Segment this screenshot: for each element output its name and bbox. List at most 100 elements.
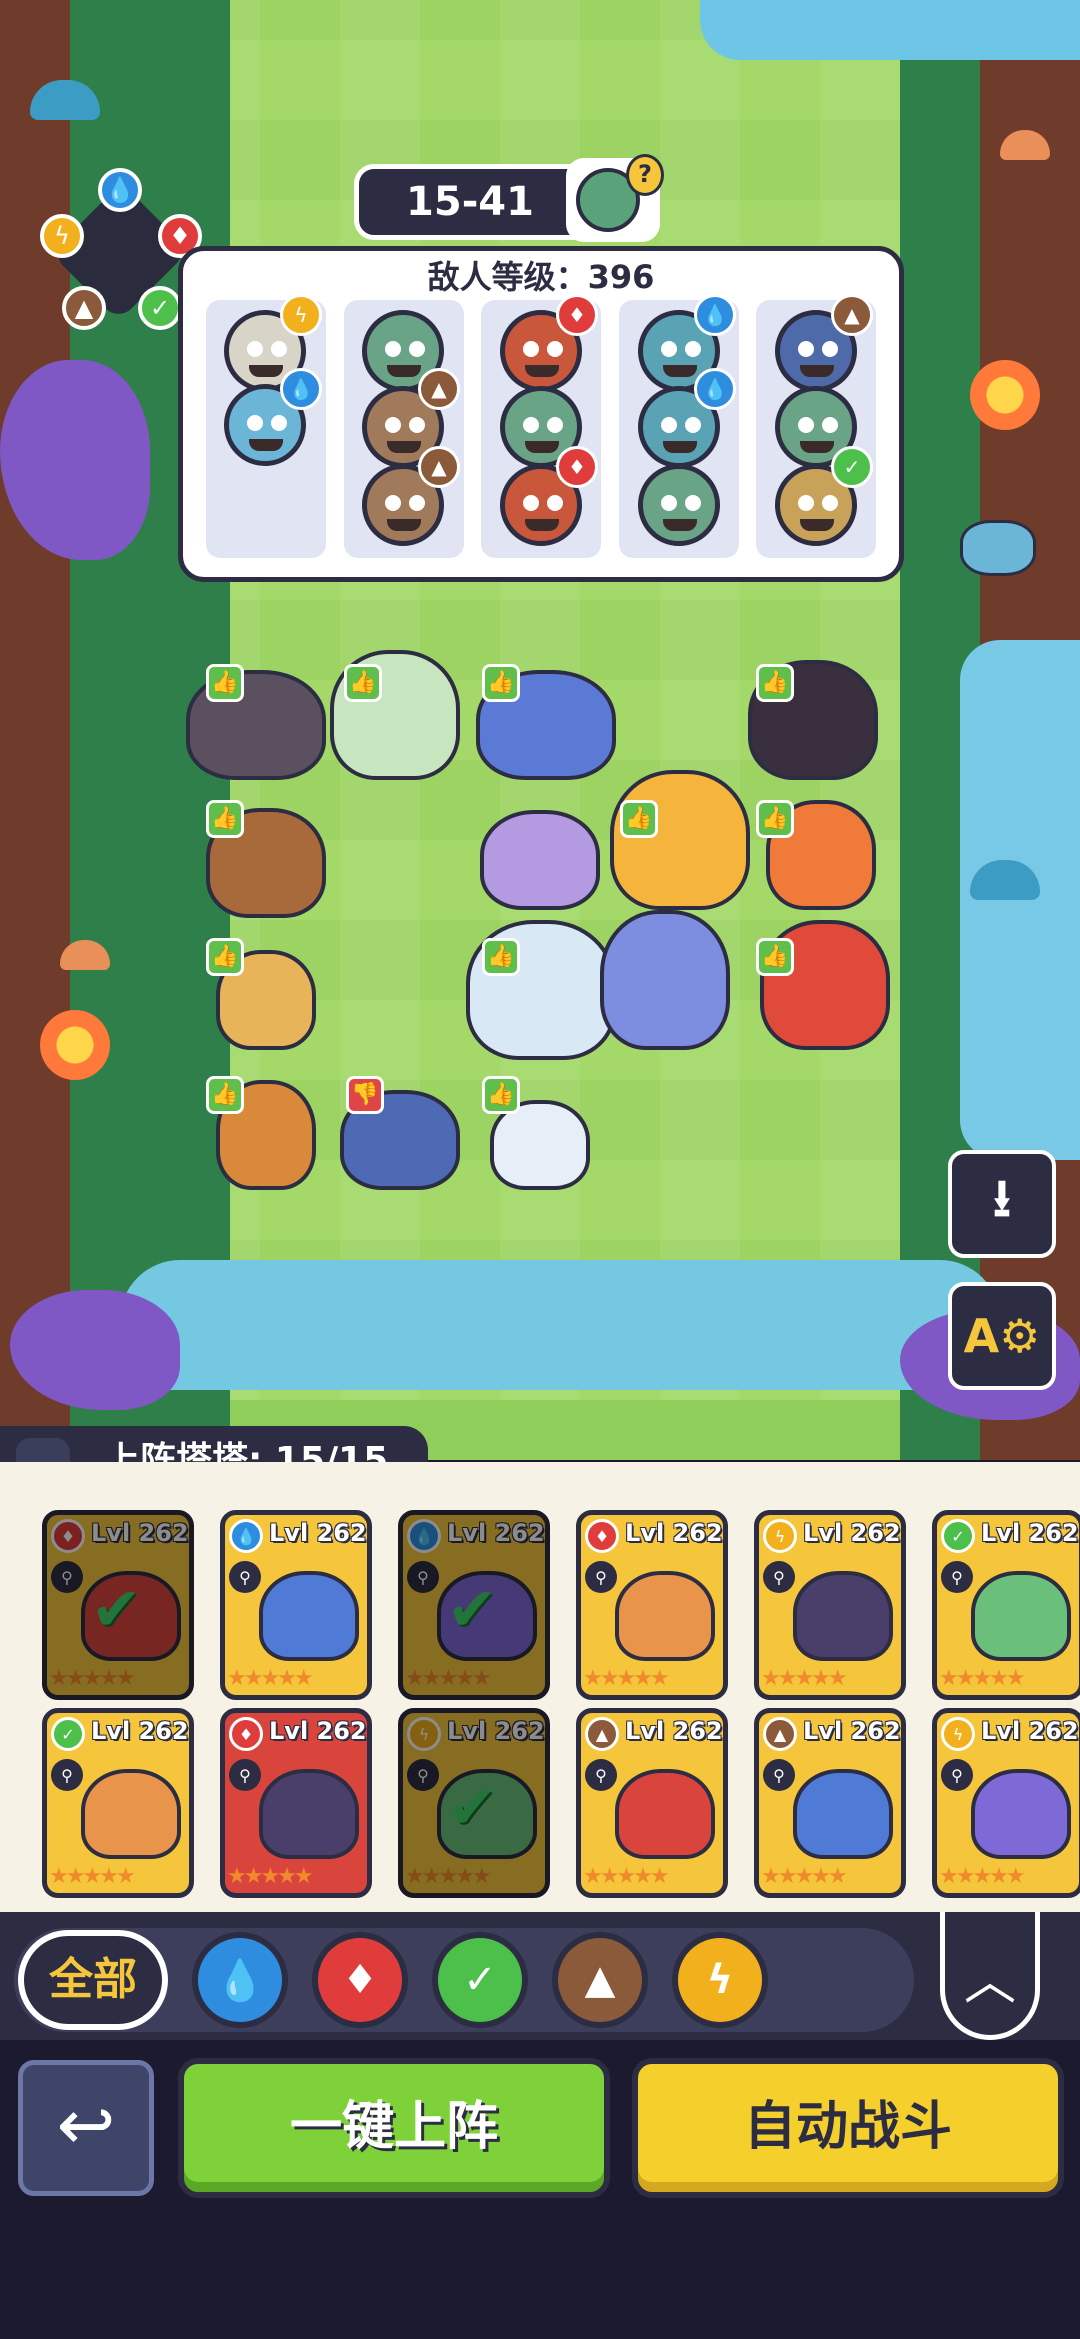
fire-icon: ♦ [556, 294, 598, 336]
pet-card[interactable]: ϟ Lvl 262 ⚲ ★★★★★ ✔ [398, 1708, 550, 1898]
pet-card[interactable]: ✓ Lvl 262 ⚲ ★★★★★ [42, 1708, 194, 1898]
card-level: Lvl 262 [625, 1519, 723, 1547]
enemy-info-button[interactable]: ? [566, 154, 664, 242]
star-rating: ★★★★★ [939, 1864, 1026, 1889]
thumbs-up-icon: 👍 [206, 1076, 244, 1114]
pet-portrait [615, 1769, 715, 1859]
earth-icon: ▲ [585, 1717, 619, 1751]
collapse-tray-button[interactable]: ︿ [940, 1912, 1040, 2040]
filter-water-button[interactable]: 💧 [192, 1932, 288, 2028]
card-level: Lvl 262 [803, 1717, 901, 1745]
pet-portrait [971, 1571, 1071, 1661]
fire-icon: ♦ [585, 1519, 619, 1553]
one-click-deploy-button[interactable]: 一键上阵 [178, 2058, 610, 2198]
thumbs-up-icon: 👍 [344, 664, 382, 702]
star-rating: ★★★★★ [583, 1666, 670, 1691]
star-rating: ★★★★★ [405, 1666, 492, 1691]
pet-card[interactable]: 💧 Lvl 262 ⚲ ★★★★★ ✔ [398, 1510, 550, 1700]
thumbs-up-icon: 👍 [620, 800, 658, 838]
pin-icon: ⚲ [407, 1759, 439, 1791]
waterfall-decoration [960, 640, 1080, 1160]
pet-card[interactable]: ϟ Lvl 262 ⚲ ★★★★★ [754, 1510, 906, 1700]
card-level: Lvl 262 [269, 1519, 367, 1547]
star-rating: ★★★★★ [405, 1864, 492, 1889]
star-rating: ★★★★★ [227, 1864, 314, 1889]
lightning-icon: ϟ [763, 1519, 797, 1553]
enemy-level-title: 敌人等级：396 [427, 258, 655, 296]
pin-icon: ⚲ [51, 1759, 83, 1791]
water-icon: 💧 [229, 1519, 263, 1553]
filter-leaf-button[interactable]: ✓ [432, 1932, 528, 2028]
filter-earth-button[interactable]: ▲ [552, 1932, 648, 2028]
pet-unit[interactable] [480, 810, 600, 910]
water-icon: 💧 [98, 168, 142, 212]
star-rating: ★★★★★ [227, 1666, 314, 1691]
star-rating: ★★★★★ [761, 1666, 848, 1691]
element-wheel: 💧 ♦ ✓ ▲ ϟ [40, 150, 202, 350]
filter-lightning-button[interactable]: ϟ [672, 1932, 768, 2028]
earth-icon: ▲ [763, 1717, 797, 1751]
pin-icon: ⚲ [763, 1561, 795, 1593]
back-button[interactable]: ↩ [18, 2060, 154, 2196]
auto-battle-button[interactable]: 自动战斗 [632, 2058, 1064, 2198]
pet-portrait [793, 1571, 893, 1661]
star-rating: ★★★★★ [939, 1666, 1026, 1691]
pin-icon: ⚲ [941, 1561, 973, 1593]
pet-portrait [615, 1571, 715, 1661]
auto-gear-icon: A⚙ [963, 1309, 1041, 1363]
pet-card[interactable]: ▲ Lvl 262 ⚲ ★★★★★ [576, 1708, 728, 1898]
pet-card[interactable]: ϟ Lvl 262 ⚲ ★★★★★ [932, 1708, 1080, 1898]
earth-icon: ▲ [62, 286, 106, 330]
pet-unit[interactable] [600, 910, 730, 1050]
card-level: Lvl 262 [625, 1717, 723, 1745]
card-level: Lvl 262 [91, 1717, 189, 1745]
download-icon: ⭳ [992, 1168, 1012, 1229]
star-rating: ★★★★★ [49, 1864, 136, 1889]
stage-label: 15-41 [406, 179, 534, 225]
download-lineup-button[interactable]: ⭳ [948, 1150, 1056, 1258]
enemy-unit[interactable] [638, 464, 720, 546]
thumbs-down-icon: 👎 [346, 1076, 384, 1114]
pin-icon: ⚲ [585, 1759, 617, 1791]
filter-all-button[interactable]: 全部 [18, 1930, 168, 2030]
pet-card[interactable]: ♦ Lvl 262 ⚲ ★★★★★ [220, 1708, 372, 1898]
thumbs-up-icon: 👍 [756, 938, 794, 976]
pet-card[interactable]: ♦ Lvl 262 ⚲ ★★★★★ ✔ [42, 1510, 194, 1700]
pet-portrait [259, 1571, 359, 1661]
star-rating: ★★★★★ [583, 1864, 670, 1889]
fire-icon: ♦ [51, 1519, 85, 1553]
thumbs-up-icon: 👍 [756, 800, 794, 838]
pet-card[interactable]: ▲ Lvl 262 ⚲ ★★★★★ [754, 1708, 906, 1898]
star-rating: ★★★★★ [761, 1864, 848, 1889]
water-icon: 💧 [280, 368, 322, 410]
pet-portrait [259, 1769, 359, 1859]
selected-check-icon: ✔ [91, 1575, 142, 1645]
lightning-icon: ϟ [941, 1717, 975, 1751]
pet-portrait [971, 1769, 1071, 1859]
selected-check-icon: ✔ [447, 1575, 498, 1645]
lightning-icon: ϟ [407, 1717, 441, 1751]
leaf-icon: ✓ [51, 1717, 85, 1751]
water-icon: 💧 [215, 1957, 265, 2004]
pet-card[interactable]: ♦ Lvl 262 ⚲ ★★★★★ [576, 1510, 728, 1700]
earth-icon: ▲ [831, 294, 873, 336]
pin-icon: ⚲ [585, 1561, 617, 1593]
thumbs-up-icon: 👍 [206, 938, 244, 976]
pet-card[interactable]: ✓ Lvl 262 ⚲ ★★★★★ [932, 1510, 1080, 1700]
pet-card[interactable]: 💧 Lvl 262 ⚲ ★★★★★ [220, 1510, 372, 1700]
flower-icon [40, 1010, 110, 1080]
water-icon: 💧 [407, 1519, 441, 1553]
pet-unit[interactable] [610, 770, 750, 910]
card-level: Lvl 262 [269, 1717, 367, 1745]
earth-icon: ▲ [584, 1957, 616, 2003]
fire-icon: ♦ [229, 1717, 263, 1751]
pet-portrait [81, 1769, 181, 1859]
filter-fire-button[interactable]: ♦ [312, 1932, 408, 2028]
auto-settings-button[interactable]: A⚙ [948, 1282, 1056, 1390]
card-level: Lvl 262 [447, 1519, 545, 1547]
pin-icon: ⚲ [229, 1561, 261, 1593]
thumbs-up-icon: 👍 [482, 1076, 520, 1114]
water-decoration [700, 0, 1080, 60]
thumbs-up-icon: 👍 [482, 938, 520, 976]
pet-portrait [793, 1769, 893, 1859]
